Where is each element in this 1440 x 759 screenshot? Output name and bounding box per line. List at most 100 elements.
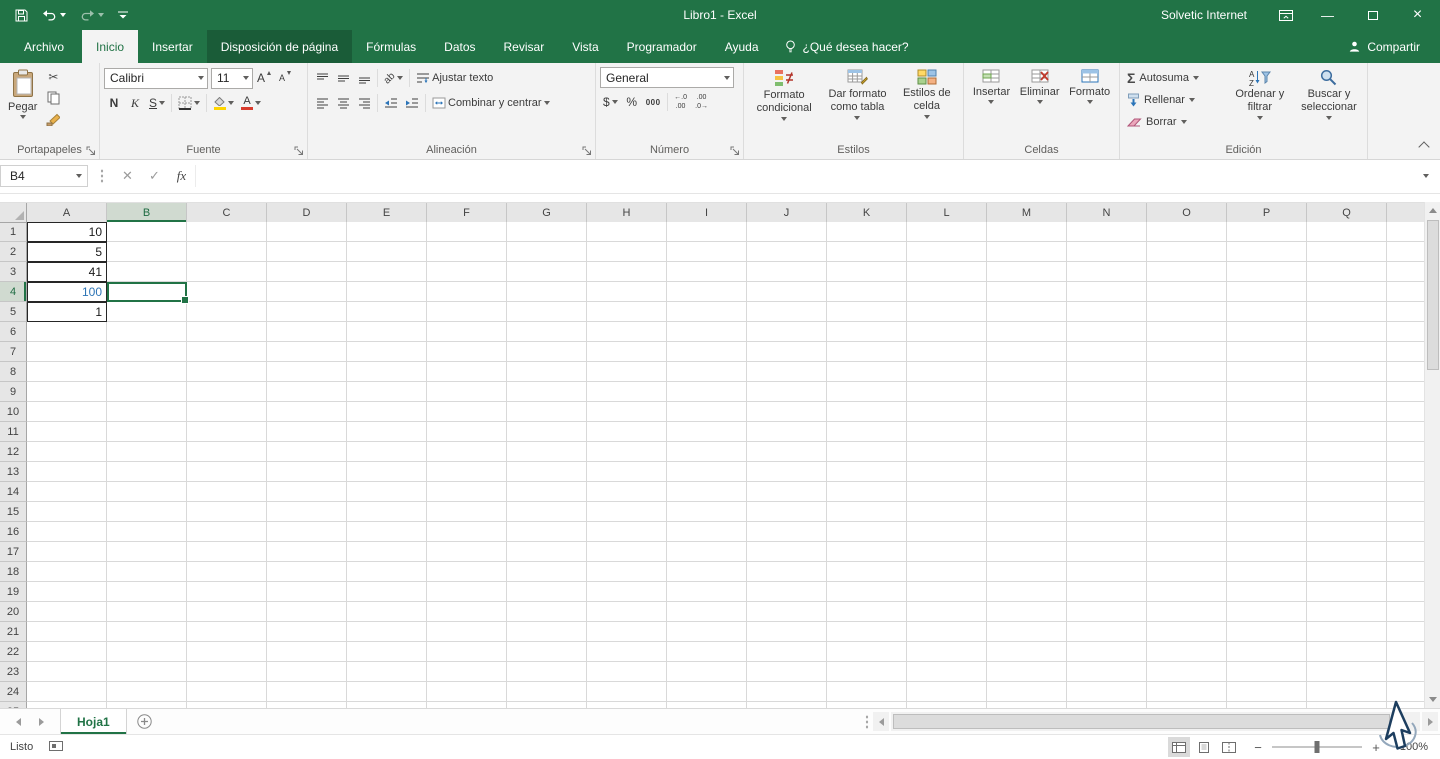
cancel-entry-button[interactable]: ✕ [114, 165, 141, 187]
cell-J18[interactable] [747, 562, 827, 582]
cell-H16[interactable] [587, 522, 667, 542]
cell-M23[interactable] [987, 662, 1067, 682]
column-header-J[interactable]: J [747, 203, 827, 223]
cell-P19[interactable] [1227, 582, 1307, 602]
cell-D6[interactable] [267, 322, 347, 342]
cell-M14[interactable] [987, 482, 1067, 502]
cell-D22[interactable] [267, 642, 347, 662]
cell-H12[interactable] [587, 442, 667, 462]
cell-M19[interactable] [987, 582, 1067, 602]
cell-F6[interactable] [427, 322, 507, 342]
cell-E21[interactable] [347, 622, 427, 642]
cell-E18[interactable] [347, 562, 427, 582]
cell-O13[interactable] [1147, 462, 1227, 482]
cell-partial-11[interactable] [1387, 422, 1424, 442]
cell-Q16[interactable] [1307, 522, 1387, 542]
horizontal-scrollbar[interactable] [863, 712, 1438, 731]
cell-N3[interactable] [1067, 262, 1147, 282]
cell-N20[interactable] [1067, 602, 1147, 622]
cell-F17[interactable] [427, 542, 507, 562]
cell-partial-18[interactable] [1387, 562, 1424, 582]
cell-O6[interactable] [1147, 322, 1227, 342]
cell-partial-20[interactable] [1387, 602, 1424, 622]
cell-P2[interactable] [1227, 242, 1307, 262]
cell-P4[interactable] [1227, 282, 1307, 302]
cell-K7[interactable] [827, 342, 907, 362]
cell-Q14[interactable] [1307, 482, 1387, 502]
cell-G12[interactable] [507, 442, 587, 462]
cell-E5[interactable] [347, 302, 427, 322]
cell-F9[interactable] [427, 382, 507, 402]
row-header-20[interactable]: 20 [0, 602, 27, 622]
column-header-F[interactable]: F [427, 203, 507, 223]
cell-H21[interactable] [587, 622, 667, 642]
cell-J13[interactable] [747, 462, 827, 482]
cell-C1[interactable] [187, 222, 267, 242]
cell-L1[interactable] [907, 222, 987, 242]
zoom-slider-thumb[interactable] [1314, 741, 1320, 753]
cell-M7[interactable] [987, 342, 1067, 362]
cell-C14[interactable] [187, 482, 267, 502]
cell-I24[interactable] [667, 682, 747, 702]
cell-L9[interactable] [907, 382, 987, 402]
cell-D2[interactable] [267, 242, 347, 262]
cell-Q2[interactable] [1307, 242, 1387, 262]
cell-partial-14[interactable] [1387, 482, 1424, 502]
cell-J9[interactable] [747, 382, 827, 402]
cell-P3[interactable] [1227, 262, 1307, 282]
number-dialog-launcher[interactable] [730, 146, 740, 156]
align-top-button[interactable] [312, 67, 332, 89]
scroll-up-button[interactable] [1425, 202, 1440, 219]
column-header-H[interactable]: H [587, 203, 667, 223]
column-header-O[interactable]: O [1147, 203, 1227, 223]
cell-C10[interactable] [187, 402, 267, 422]
cell-B11[interactable] [107, 422, 187, 442]
cell-partial-6[interactable] [1387, 322, 1424, 342]
format-as-table-button[interactable]: Dar formato como tabla [821, 67, 893, 141]
cell-G6[interactable] [507, 322, 587, 342]
cell-O23[interactable] [1147, 662, 1227, 682]
cell-L21[interactable] [907, 622, 987, 642]
cell-K11[interactable] [827, 422, 907, 442]
cell-B23[interactable] [107, 662, 187, 682]
cell-I23[interactable] [667, 662, 747, 682]
ribbon-display-options-button[interactable] [1267, 0, 1305, 30]
cell-B7[interactable] [107, 342, 187, 362]
cell-partial-4[interactable] [1387, 282, 1424, 302]
cell-K23[interactable] [827, 662, 907, 682]
cell-J11[interactable] [747, 422, 827, 442]
cell-F21[interactable] [427, 622, 507, 642]
cell-I18[interactable] [667, 562, 747, 582]
currency-format-button[interactable]: $ [600, 91, 621, 113]
page-layout-view-button[interactable] [1193, 737, 1215, 757]
cell-J20[interactable] [747, 602, 827, 622]
cell-O11[interactable] [1147, 422, 1227, 442]
cell-Q15[interactable] [1307, 502, 1387, 522]
cell-D10[interactable] [267, 402, 347, 422]
column-header-B[interactable]: B [107, 203, 187, 223]
cell-E15[interactable] [347, 502, 427, 522]
cell-F22[interactable] [427, 642, 507, 662]
cell-J16[interactable] [747, 522, 827, 542]
cell-A10[interactable] [27, 402, 107, 422]
cell-C22[interactable] [187, 642, 267, 662]
cell-O5[interactable] [1147, 302, 1227, 322]
cell-I5[interactable] [667, 302, 747, 322]
cut-button[interactable]: ✂ [43, 67, 63, 87]
increase-indent-button[interactable] [402, 92, 422, 114]
cell-M22[interactable] [987, 642, 1067, 662]
cell-H20[interactable] [587, 602, 667, 622]
cell-A2[interactable]: 5 [27, 242, 107, 262]
cell-partial-21[interactable] [1387, 622, 1424, 642]
cell-I22[interactable] [667, 642, 747, 662]
horizontal-scrollbar-thumb[interactable] [893, 714, 1391, 729]
cell-B13[interactable] [107, 462, 187, 482]
cell-D18[interactable] [267, 562, 347, 582]
cell-M10[interactable] [987, 402, 1067, 422]
row-header-9[interactable]: 9 [0, 382, 27, 402]
paste-button[interactable]: Pegar [4, 67, 41, 141]
cell-Q6[interactable] [1307, 322, 1387, 342]
cell-B4[interactable] [107, 282, 189, 304]
cell-H19[interactable] [587, 582, 667, 602]
cell-A16[interactable] [27, 522, 107, 542]
